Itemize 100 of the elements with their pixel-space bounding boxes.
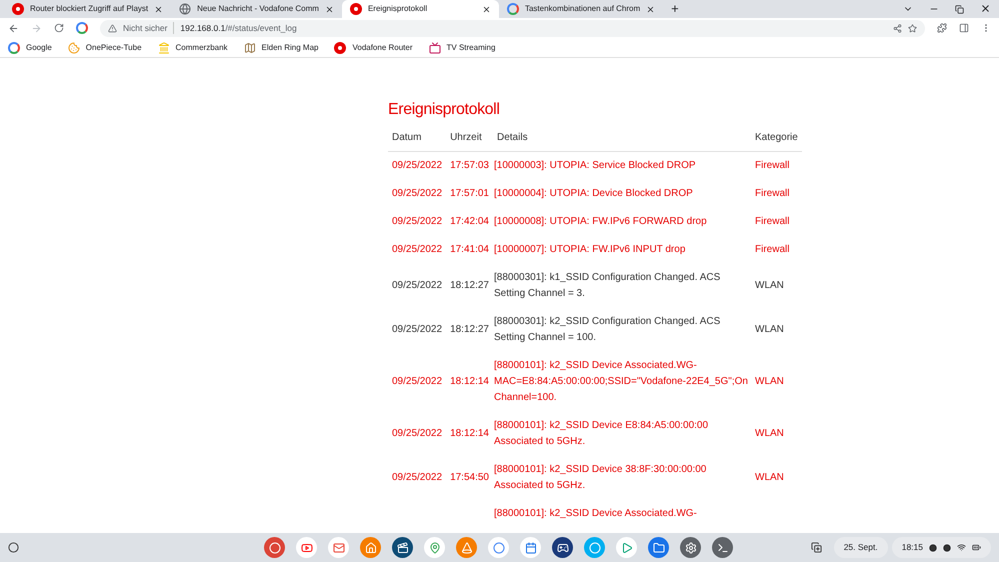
category-cell: WLAN — [755, 324, 784, 335]
close-icon[interactable] — [646, 4, 656, 14]
details-cell: [10000008]: UTOPIA: FW.IPv6 FORWARD drop — [494, 216, 707, 227]
date-cell: 09/25/2022 — [392, 244, 442, 255]
vodafone-icon — [334, 42, 346, 54]
details-cell: [10000007]: UTOPIA: FW.IPv6 INPUT drop — [494, 244, 686, 255]
column-header: Kategorie — [751, 130, 802, 152]
gamepad-icon[interactable] — [552, 537, 573, 558]
bookmark-item[interactable]: Google — [8, 42, 52, 54]
time-cell: 17:42:04 — [450, 216, 489, 227]
google-icon — [76, 22, 88, 34]
time-cell: 18:12:14 — [450, 428, 489, 439]
share-icon[interactable] — [893, 24, 902, 32]
close-icon[interactable] — [980, 3, 991, 14]
status-dot-icon — [929, 544, 937, 552]
launcher-icon[interactable] — [8, 542, 19, 553]
wifi-icon — [957, 543, 966, 552]
category-cell: Firewall — [755, 188, 790, 199]
map-pin-icon[interactable] — [424, 537, 445, 558]
category-cell: WLAN — [755, 472, 784, 483]
category-cell: Firewall — [755, 160, 790, 171]
time-cell: 17:57:03 — [450, 160, 489, 171]
time-cell: 17:41:04 — [450, 244, 489, 255]
url-text: 192.168.0.1/#/status/event_log — [180, 22, 297, 34]
date-cell: 09/25/2022 — [392, 472, 442, 483]
column-header: Datum — [388, 130, 446, 152]
column-header: Uhrzeit — [446, 130, 493, 152]
browser-tab[interactable]: Neue Nachricht - Vodafone Comm — [171, 0, 342, 18]
details-cell: [10000004]: UTOPIA: Device Blocked DROP — [494, 188, 693, 199]
restore-icon[interactable] — [955, 5, 964, 14]
settings-icon[interactable] — [680, 537, 701, 558]
star-icon[interactable] — [908, 24, 917, 32]
address-bar[interactable]: Nicht sicher 192.168.0.1/#/status/event_log — [100, 20, 925, 36]
map-icon — [244, 42, 256, 54]
back-icon[interactable] — [8, 22, 19, 34]
time-cell: 18:12:27 — [450, 324, 489, 335]
details-cell: [88000101]: k2_SSID Device 38:8F:30:00:00:00 Associated to 5GHz. — [494, 464, 706, 491]
side-panel-icon[interactable] — [959, 23, 969, 33]
tab-title: Router blockiert Zugriff auf Playst — [30, 3, 148, 15]
bookmark-item[interactable]: OnePiece-Tube — [68, 42, 142, 54]
screenshot-icon[interactable] — [810, 542, 822, 553]
time-cell: 17:54:50 — [450, 472, 489, 483]
terminal-icon[interactable] — [712, 537, 733, 558]
tab-title: Neue Nachricht - Vodafone Comm — [197, 3, 319, 15]
page-title: Ereignisprotokoll — [388, 100, 500, 120]
time-cell: 18:12:14 — [450, 376, 489, 387]
date-cell: 09/25/2022 — [392, 160, 442, 171]
date-pill[interactable]: 25. Sept. — [834, 537, 888, 558]
vodafone-icon — [350, 3, 362, 15]
column-header: Details — [493, 130, 751, 152]
category-cell: Firewall — [755, 216, 790, 227]
globe-icon — [179, 3, 192, 15]
date-cell: 09/25/2022 — [392, 280, 442, 291]
bookmark-item[interactable]: TV Streaming — [428, 42, 496, 54]
details-cell: [88000101]: k2_SSID Device Associated.WG-MAC=E8:84:A5:00:00:00;SSID="Vodafone-22E4_5G";On Channel=100. — [494, 360, 748, 403]
clock-text: 18:15 — [902, 541, 923, 554]
details-cell: [88000301]: k2_SSID Configuration Changed. ACS Setting Channel = 100. — [494, 316, 720, 343]
category-cell: WLAN — [755, 428, 784, 439]
browser-tab[interactable]: Ereignisprotokoll — [342, 0, 499, 18]
tv-icon — [428, 42, 441, 54]
time-cell: 17:57:01 — [450, 188, 489, 199]
bookmark-item[interactable]: Elden Ring Map — [244, 42, 318, 54]
new-tab-button[interactable]: + — [663, 0, 687, 18]
food-icon — [68, 42, 80, 54]
date-cell: 09/25/2022 — [392, 216, 442, 227]
date-cell: 09/25/2022 — [392, 188, 442, 199]
close-icon[interactable] — [154, 4, 164, 14]
vodafone-icon — [12, 3, 24, 15]
security-label: Nicht sicher — [123, 22, 174, 34]
bookmark-item[interactable]: Commerzbank — [158, 42, 228, 54]
time-cell: 18:12:27 — [450, 280, 489, 291]
tab-title: Tastenkombinationen auf Chrom — [524, 3, 640, 15]
calendar-icon[interactable] — [520, 537, 541, 558]
cone-icon[interactable] — [456, 537, 477, 558]
date-cell: 09/25/2022 — [392, 428, 442, 439]
play-icon[interactable] — [616, 537, 637, 558]
details-cell: [88000301]: k1_SSID Configuration Changed. ACS Setting Channel = 3. — [494, 272, 720, 299]
mail-icon[interactable] — [328, 537, 349, 558]
google-icon — [8, 42, 20, 54]
browser-tab[interactable]: Router blockiert Zugriff auf Playst — [4, 0, 172, 18]
details-cell: [88000101]: k2_SSID Device E8:84:A5:00:00:00 Associated to 5GHz. — [494, 420, 708, 447]
status-tray[interactable]: 18:15 — [892, 537, 991, 558]
battery-icon — [972, 543, 981, 552]
home-icon[interactable] — [360, 537, 381, 558]
browser-tab[interactable]: Tastenkombinationen auf Chrom — [498, 0, 664, 18]
date-cell: 09/25/2022 — [392, 324, 442, 335]
status-dot-icon — [943, 544, 951, 552]
bookmark-item[interactable]: Vodafone Router — [334, 42, 413, 54]
reload-icon[interactable] — [54, 23, 64, 33]
video-icon[interactable] — [392, 537, 413, 558]
details-cell: [10000003]: UTOPIA: Service Blocked DROP — [494, 160, 696, 171]
warning-icon — [108, 24, 117, 32]
bank-icon — [158, 42, 170, 54]
folder-icon[interactable] — [648, 537, 669, 558]
google-icon — [506, 3, 519, 15]
category-cell: Firewall — [755, 244, 790, 255]
close-icon[interactable] — [482, 4, 491, 14]
close-icon[interactable] — [324, 4, 334, 14]
extensions-icon[interactable] — [937, 23, 947, 33]
play-icon[interactable] — [296, 537, 317, 558]
